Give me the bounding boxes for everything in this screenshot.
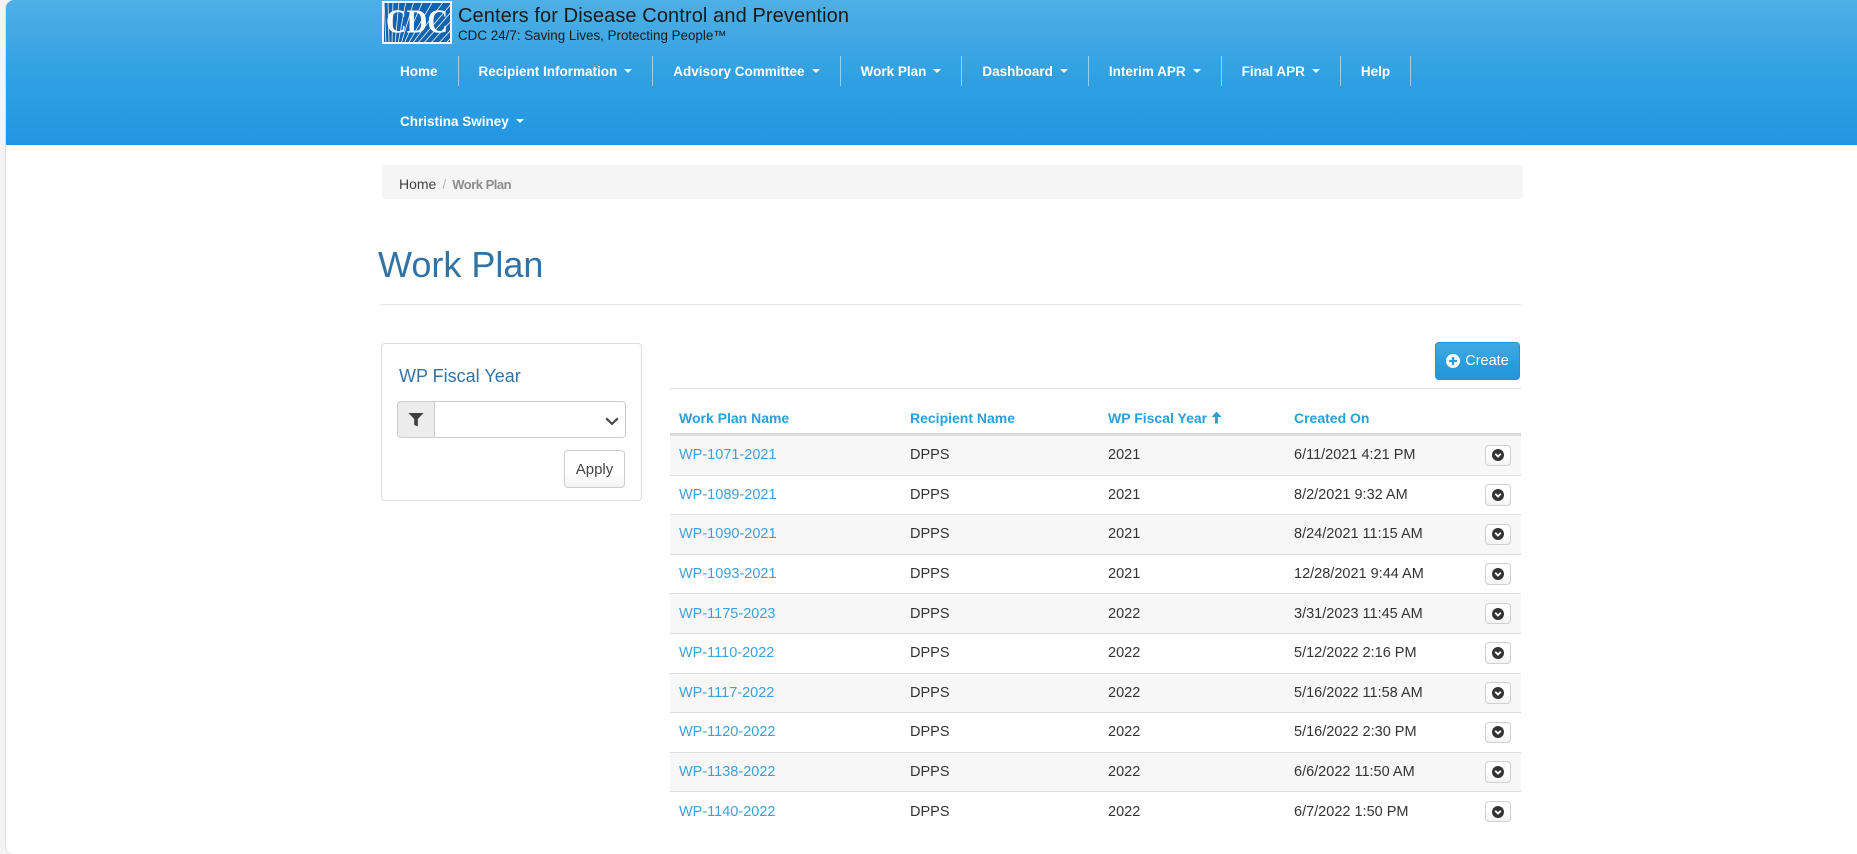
svg-text:CDC: CDC [386,3,448,40]
